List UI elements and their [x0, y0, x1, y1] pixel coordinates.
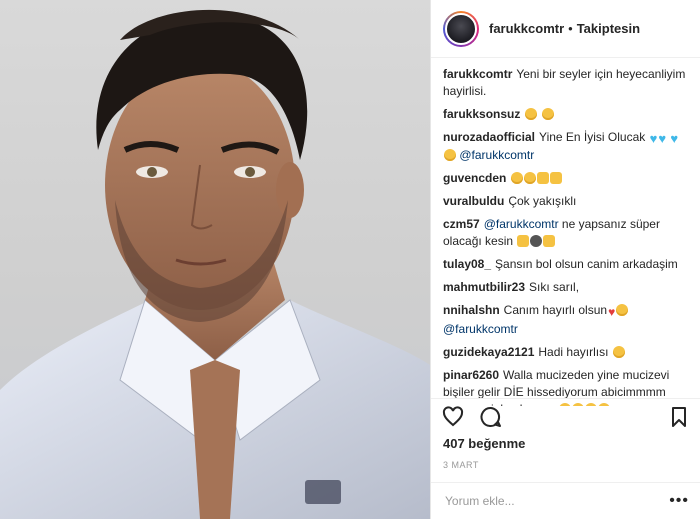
add-comment-input[interactable]	[443, 493, 667, 509]
emoji-couple-icon	[616, 304, 629, 316]
comment-item: farukkcomtr Yeni bir seyler için heyecanl…	[443, 66, 688, 100]
comment-item: guvencden	[443, 170, 688, 187]
likes-count[interactable]: 407 beğenme	[443, 436, 525, 451]
comment-text: Şansın bol olsun canim arkadaşim	[495, 257, 678, 271]
emoji-face-icon	[541, 108, 554, 120]
emoji-thumbs-up-icon	[550, 172, 563, 184]
emoji-clap-icon	[612, 346, 625, 358]
emoji-skull-icon	[530, 235, 543, 247]
portrait-illustration	[0, 9, 430, 519]
comment-text: Yine En İyisi Olucak	[539, 130, 646, 144]
comment-username[interactable]: vuralbuldu	[443, 194, 504, 208]
post-side-panel: farukkcomtr • Takiptesin farukkcomtr Yeni…	[430, 0, 700, 519]
bookmark-icon[interactable]	[667, 405, 691, 429]
comment-item: tulay08_ Şansın bol olsun canim arkadaşim	[443, 256, 688, 273]
emoji-heart-eyes-icon	[444, 149, 456, 161]
comment-text: Sıkı sarıl,	[529, 280, 580, 294]
comment-item: farukksonsuz	[443, 106, 688, 123]
comment-item: nnihalshn Canım hayırlı olsun♥ @farukkcom…	[443, 302, 688, 338]
emoji-red-heart-icon: ♥	[608, 305, 616, 319]
heart-outline-icon[interactable]	[441, 405, 465, 429]
comment-username[interactable]: pinar6260	[443, 368, 499, 382]
emoji-blue-heart-icon: ♥	[658, 131, 667, 146]
comment-username[interactable]: czm57	[443, 217, 480, 231]
comment-item: czm57 @farukkcomtr ne yapsanız süper olac…	[443, 216, 688, 250]
post-header: farukkcomtr • Takiptesin	[431, 0, 700, 58]
emoji-thumbs-up-icon	[517, 235, 530, 247]
comments-list: farukkcomtr Yeni bir seyler için heyecanl…	[431, 58, 700, 406]
comment-item: mahmutbilir23 Sıkı sarıl,	[443, 279, 688, 296]
comment-username[interactable]: guzidekaya2121	[443, 345, 534, 359]
follow-status[interactable]: Takiptesin	[577, 21, 640, 36]
post-photo[interactable]	[0, 0, 430, 519]
emoji-blue-heart-icon: ♥	[670, 131, 679, 146]
post-date: 3 MART	[443, 460, 479, 470]
header-separator: •	[568, 21, 573, 36]
emoji-face-icon	[524, 172, 537, 184]
comment-username[interactable]: mahmutbilir23	[443, 280, 525, 294]
comment-username[interactable]: farukkcomtr	[443, 67, 512, 81]
comment-text: Canım hayırlı olsun	[503, 303, 608, 317]
comment-username[interactable]: nurozadaofficial	[443, 130, 535, 144]
more-dots-icon[interactable]: •••	[669, 492, 689, 510]
comment-bubble-icon[interactable]	[479, 405, 503, 429]
emoji-blue-heart-icon: ♥	[649, 131, 658, 146]
comment-item: guzidekaya2121 Hadi hayırlısı	[443, 344, 688, 361]
comment-username[interactable]: tulay08_	[443, 257, 491, 271]
comment-text: Hadi hayırlısı	[538, 345, 609, 359]
header-username[interactable]: farukkcomtr	[489, 21, 564, 36]
avatar[interactable]	[443, 10, 479, 47]
comment-username[interactable]: farukksonsuz	[443, 107, 520, 121]
comment-username[interactable]: guvencden	[443, 171, 506, 185]
comment-mention[interactable]: @farukkcomtr	[484, 217, 559, 231]
emoji-face-icon	[525, 108, 538, 120]
comment-item: nurozadaofficial Yine En İyisi Olucak ♥♥ …	[443, 129, 688, 164]
comment-mention[interactable]: @farukkcomtr	[459, 148, 534, 162]
emoji-thumbs-up-icon	[537, 172, 550, 184]
post-actions-bar	[431, 398, 700, 434]
comment-item: vuralbuldu Çok yakışıklı	[443, 193, 688, 210]
emoji-face-icon	[511, 172, 524, 184]
emoji-thumbs-up-icon	[543, 235, 556, 247]
comment-text: Çok yakışıklı	[508, 194, 577, 208]
comment-mention[interactable]: @farukkcomtr	[443, 322, 518, 336]
add-comment-bar: •••	[431, 482, 700, 519]
instagram-post: farukkcomtr • Takiptesin farukkcomtr Yeni…	[0, 0, 700, 519]
comment-username[interactable]: nnihalshn	[443, 303, 500, 317]
